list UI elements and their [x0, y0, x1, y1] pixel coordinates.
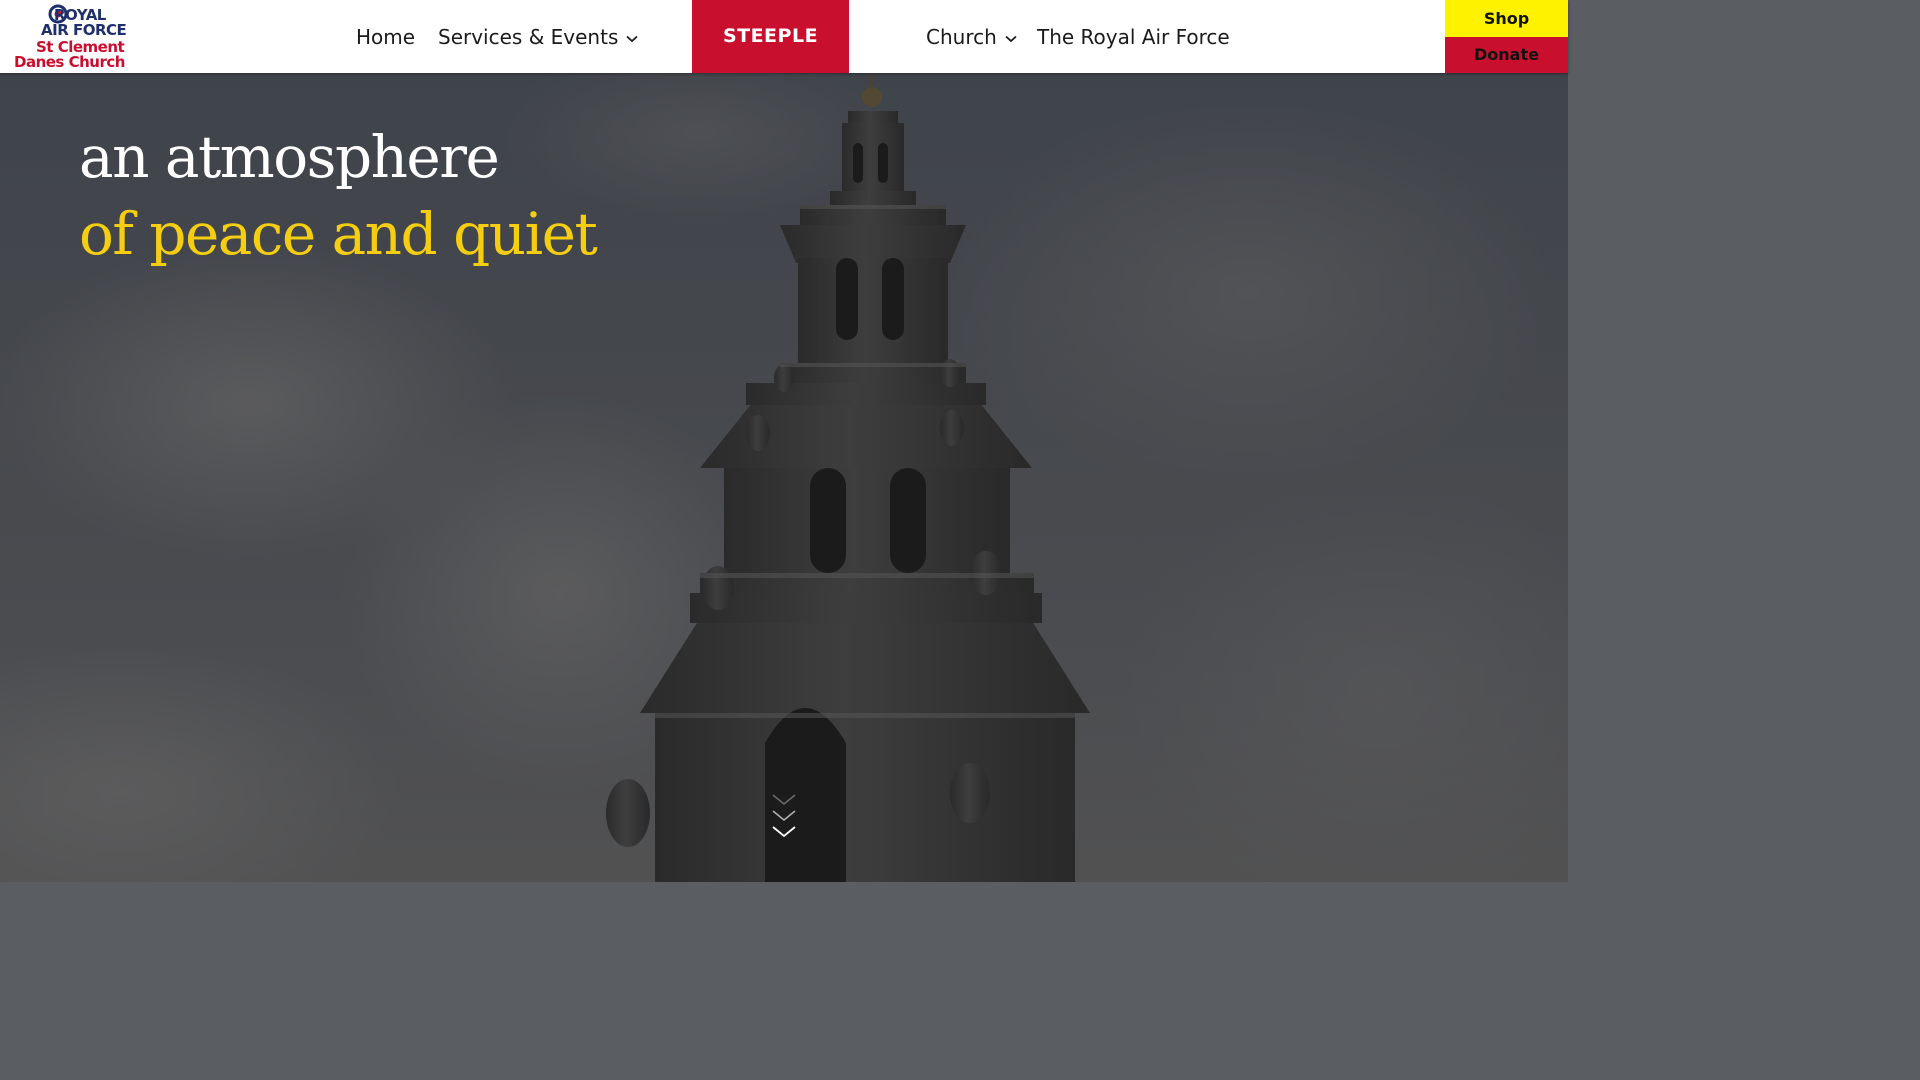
nav-church[interactable]: Church — [926, 22, 1017, 52]
hero-headline-line2: of peace and quiet — [79, 200, 598, 268]
nav-home-label: Home — [356, 25, 416, 49]
site-header: ROYAL AIR FORCE St Clement Danes Church … — [0, 0, 1568, 73]
shop-button[interactable]: Shop — [1445, 0, 1568, 37]
hero-section: an atmosphere of peace and quiet — [0, 73, 1568, 882]
hero-dark-overlay — [0, 73, 1568, 882]
nav-church-label: Church — [926, 25, 997, 49]
chevron-down-icon[interactable] — [771, 791, 797, 843]
nav-home[interactable]: Home — [356, 22, 415, 52]
nav-services-events[interactable]: Services & Events — [438, 22, 638, 52]
chevron-down-icon — [626, 35, 638, 42]
nav-royal-air-force-label: The Royal Air Force — [1037, 25, 1230, 49]
nav-services-events-label: Services & Events — [438, 25, 619, 49]
chevron-down-icon — [1005, 35, 1017, 42]
steeple-button[interactable]: STEEPLE — [692, 0, 849, 73]
hero-headline-line1: an atmosphere — [79, 123, 500, 191]
logo-text-danes-church: Danes Church — [14, 53, 125, 71]
donate-button[interactable]: Donate — [1445, 37, 1568, 73]
logo-text-air-force: AIR FORCE — [41, 21, 127, 39]
nav-royal-air-force[interactable]: The Royal Air Force — [1037, 22, 1230, 52]
site-logo[interactable]: ROYAL AIR FORCE St Clement Danes Church — [14, 3, 127, 71]
